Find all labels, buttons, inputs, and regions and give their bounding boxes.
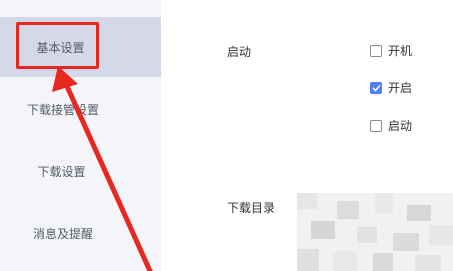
checkbox-unchecked[interactable]	[370, 119, 382, 132]
option-label: 开启	[388, 81, 413, 95]
startup-option-boot[interactable]: 开机	[370, 42, 422, 59]
pixelated-region	[297, 193, 453, 271]
option-label: 开机	[388, 44, 413, 58]
checkmark-icon	[371, 84, 381, 92]
startup-section-label: 启动	[227, 45, 252, 59]
checkbox-checked[interactable]	[370, 81, 382, 94]
startup-option-enable[interactable]: 开启	[370, 79, 422, 96]
option-label: 启动	[388, 119, 413, 133]
download-directory-label: 下载目录	[227, 201, 276, 215]
startup-option-launch[interactable]: 启动	[370, 117, 422, 134]
checkbox-unchecked[interactable]	[370, 44, 382, 57]
